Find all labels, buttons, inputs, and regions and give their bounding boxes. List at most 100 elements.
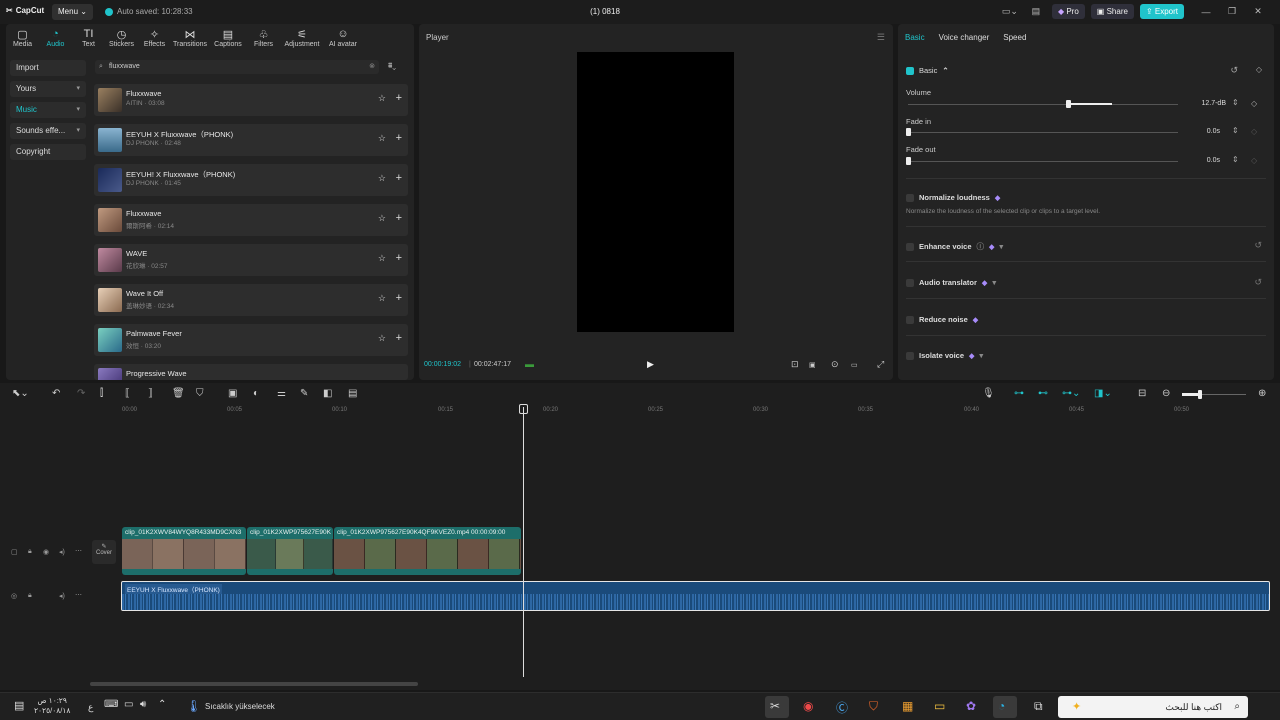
list-item[interactable]: EEYUH! X Fluxxwave（PHONK) DJ PHONK · 01:4… — [94, 164, 408, 196]
split-icon[interactable]: ⫿ — [100, 388, 103, 399]
checkbox-enhance-voice[interactable] — [906, 242, 914, 251]
keyframe-icon[interactable]: ◇ — [1256, 65, 1262, 74]
list-item[interactable]: Fluxxwave 爾斯阿希 · 02:14 ☆ + — [94, 204, 408, 236]
favorite-star-icon[interactable]: ☆ — [378, 93, 386, 104]
clear-icon[interactable]: ⊗ — [369, 60, 375, 74]
sidebar-item-yours[interactable]: Yours ▾ — [10, 81, 86, 97]
network-icon[interactable]: ▭ — [124, 699, 133, 710]
favorite-star-icon[interactable]: ☆ — [378, 293, 386, 304]
volume-icon[interactable]: 🔊︎ — [140, 699, 146, 710]
timeline-ruler[interactable]: 00:00 00:05 00:10 00:15 00:20 00:25 00:3… — [122, 407, 1280, 417]
weather-text[interactable]: Sıcaklık yükselecek — [205, 702, 275, 711]
keyboard-icon[interactable]: ⌨ — [104, 699, 118, 710]
stepper-icon[interactable]: ⇕ — [1232, 126, 1239, 135]
tab-effects[interactable]: ✧ Effects — [138, 26, 171, 48]
lock-icon[interactable]: 🔒︎ — [28, 592, 32, 600]
add-icon[interactable]: + — [396, 172, 402, 184]
sidebar-item-music[interactable]: Music ▾ — [10, 102, 86, 118]
close-icon[interactable]: ✕ — [1248, 6, 1268, 17]
task-view-icon[interactable]: ⧉ — [1034, 699, 1043, 714]
volume-slider[interactable] — [908, 104, 1178, 105]
checkbox-isolate-voice[interactable] — [906, 351, 914, 360]
tab-transitions[interactable]: ⋈ Transitions — [171, 26, 209, 48]
fade-in-value[interactable]: 0.0s — [1186, 128, 1220, 135]
split-left-icon[interactable]: ⟦ — [125, 388, 130, 399]
tab-media[interactable]: ▢ Media — [6, 26, 39, 48]
stepper-icon[interactable]: ⇕ — [1232, 155, 1239, 164]
fade-out-value[interactable]: 0.0s — [1186, 157, 1220, 164]
checkbox-reduce-noise[interactable] — [906, 315, 914, 324]
record-app-icon[interactable]: ◉ — [803, 699, 813, 713]
search-input[interactable]: ⌕ fluxxwave ⊗ — [95, 60, 379, 74]
list-item[interactable]: WAVE 花欣琳 · 02:57 ☆ + — [94, 244, 408, 276]
split-right-icon[interactable]: ⟧ — [148, 388, 153, 399]
preview-axis-icon[interactable]: ◨⌄ — [1094, 388, 1112, 399]
brave-icon[interactable]: ⛉ — [869, 699, 878, 714]
image-icon[interactable]: ▣ — [228, 388, 237, 399]
tab-basic[interactable]: Basic — [905, 33, 925, 42]
cutout-icon[interactable]: ◐ — [253, 388, 259, 399]
track-thumbnail-icon[interactable]: ▢ — [11, 548, 18, 556]
mirror-icon[interactable]: ◧ — [323, 388, 332, 399]
fade-in-slider[interactable] — [908, 132, 1178, 133]
sidebar-item-copyright[interactable]: Copyright — [10, 144, 86, 160]
volume-value[interactable]: 12.7-dB — [1192, 100, 1226, 107]
capcut-taskbar-icon[interactable]: ✂ — [770, 699, 780, 713]
menu-icon[interactable]: ☰ — [877, 32, 885, 43]
tab-voice-changer[interactable]: Voice changer — [939, 33, 990, 42]
screenshot-icon[interactable]: ⊙ — [831, 359, 839, 370]
video-clip[interactable]: clip_01K2XWV84WYQ8R433MD9CXN3 — [122, 527, 246, 575]
reset-icon[interactable]: ↺ — [1254, 277, 1262, 288]
video-clip[interactable]: clip_01K2XWP975627E90K4QF9KVEZ0.mp4 00:0… — [334, 527, 521, 575]
zoom-out-icon[interactable]: ⊖ — [1162, 388, 1170, 399]
speaker-icon[interactable]: ◂) — [59, 548, 65, 556]
maximize-icon[interactable]: ❐ — [1222, 6, 1242, 17]
tab-speed[interactable]: Speed — [1003, 33, 1026, 42]
fade-out-slider[interactable] — [908, 161, 1178, 162]
minimize-icon[interactable]: — — [1196, 7, 1216, 17]
share-button[interactable]: ▣ Share — [1090, 4, 1134, 19]
fit-icon[interactable]: ⊟ — [1138, 388, 1146, 399]
enhance-voice-option[interactable]: Enhance voice ⓘ ◆ ▾ — [906, 241, 1003, 252]
project-title[interactable]: (1) 0818 — [560, 7, 650, 16]
layout-icon[interactable]: ▭⌄ — [1000, 6, 1020, 17]
audio-clip[interactable]: EEYUH X Fluxxwave（PHONK) — [121, 581, 1270, 611]
stepper-icon[interactable]: ⇕ — [1232, 98, 1239, 107]
adjust-icon[interactable]: ⚌ — [277, 388, 286, 399]
fade-in-handle[interactable] — [906, 128, 911, 136]
sidebar-item-import[interactable]: Import — [10, 60, 86, 76]
checkbox-normalize[interactable] — [906, 193, 914, 202]
snap-icon[interactable]: ⊶⌄ — [1062, 388, 1080, 399]
video-clip[interactable]: clip_01K2XWP975627E90K — [247, 527, 333, 575]
keyframe-icon[interactable]: ◇ — [1251, 156, 1257, 165]
caption-icon[interactable]: ▤ — [348, 388, 357, 399]
sidebar-item-sounds-effects[interactable]: Sounds effe... ▾ — [10, 123, 86, 139]
magnet-icon[interactable]: ⊷ — [1038, 388, 1048, 399]
shortcuts-icon[interactable]: ▤ — [1026, 6, 1046, 17]
favorite-star-icon[interactable]: ☆ — [378, 253, 386, 264]
zoom-in-icon[interactable]: ⊕ — [1258, 388, 1266, 399]
crop-icon[interactable]: ⊡ — [791, 359, 799, 370]
reduce-noise-option[interactable]: Reduce noise ◆ — [906, 315, 978, 324]
tab-filters[interactable]: ♧ Filters — [247, 26, 280, 48]
export-button[interactable]: ⇪ Export — [1139, 4, 1184, 19]
copilot-icon[interactable]: ✿ — [966, 699, 976, 713]
list-item[interactable]: Wave It Off 盖琳妙语 · 02:34 ☆ + — [94, 284, 408, 316]
volume-slider-handle[interactable] — [1066, 100, 1071, 108]
menu-button[interactable]: Menu ⌄ — [52, 4, 93, 20]
store-icon[interactable]: ▦ — [902, 699, 913, 713]
horizontal-scrollbar[interactable] — [90, 682, 418, 686]
tab-stickers[interactable]: ◷ Stickers — [105, 26, 138, 48]
pro-button[interactable]: ◆ Pro — [1051, 4, 1085, 19]
favorite-star-icon[interactable]: ☆ — [378, 213, 386, 224]
retouch-icon[interactable]: ✎ — [300, 388, 308, 399]
chevron-up-icon[interactable]: ⌃ — [158, 699, 166, 710]
basic-section-toggle[interactable]: Basic ⌃ — [906, 66, 949, 75]
reset-icon[interactable]: ↺ — [1230, 65, 1238, 76]
tab-audio[interactable]: ◔ Audio — [39, 26, 72, 48]
undo-icon[interactable]: ↶ — [52, 388, 60, 399]
add-icon[interactable]: + — [396, 212, 402, 224]
checkbox-audio-translator[interactable] — [906, 278, 914, 287]
add-icon[interactable]: + — [396, 92, 402, 104]
tab-adjustment[interactable]: ⚟ Adjustment — [280, 26, 324, 48]
